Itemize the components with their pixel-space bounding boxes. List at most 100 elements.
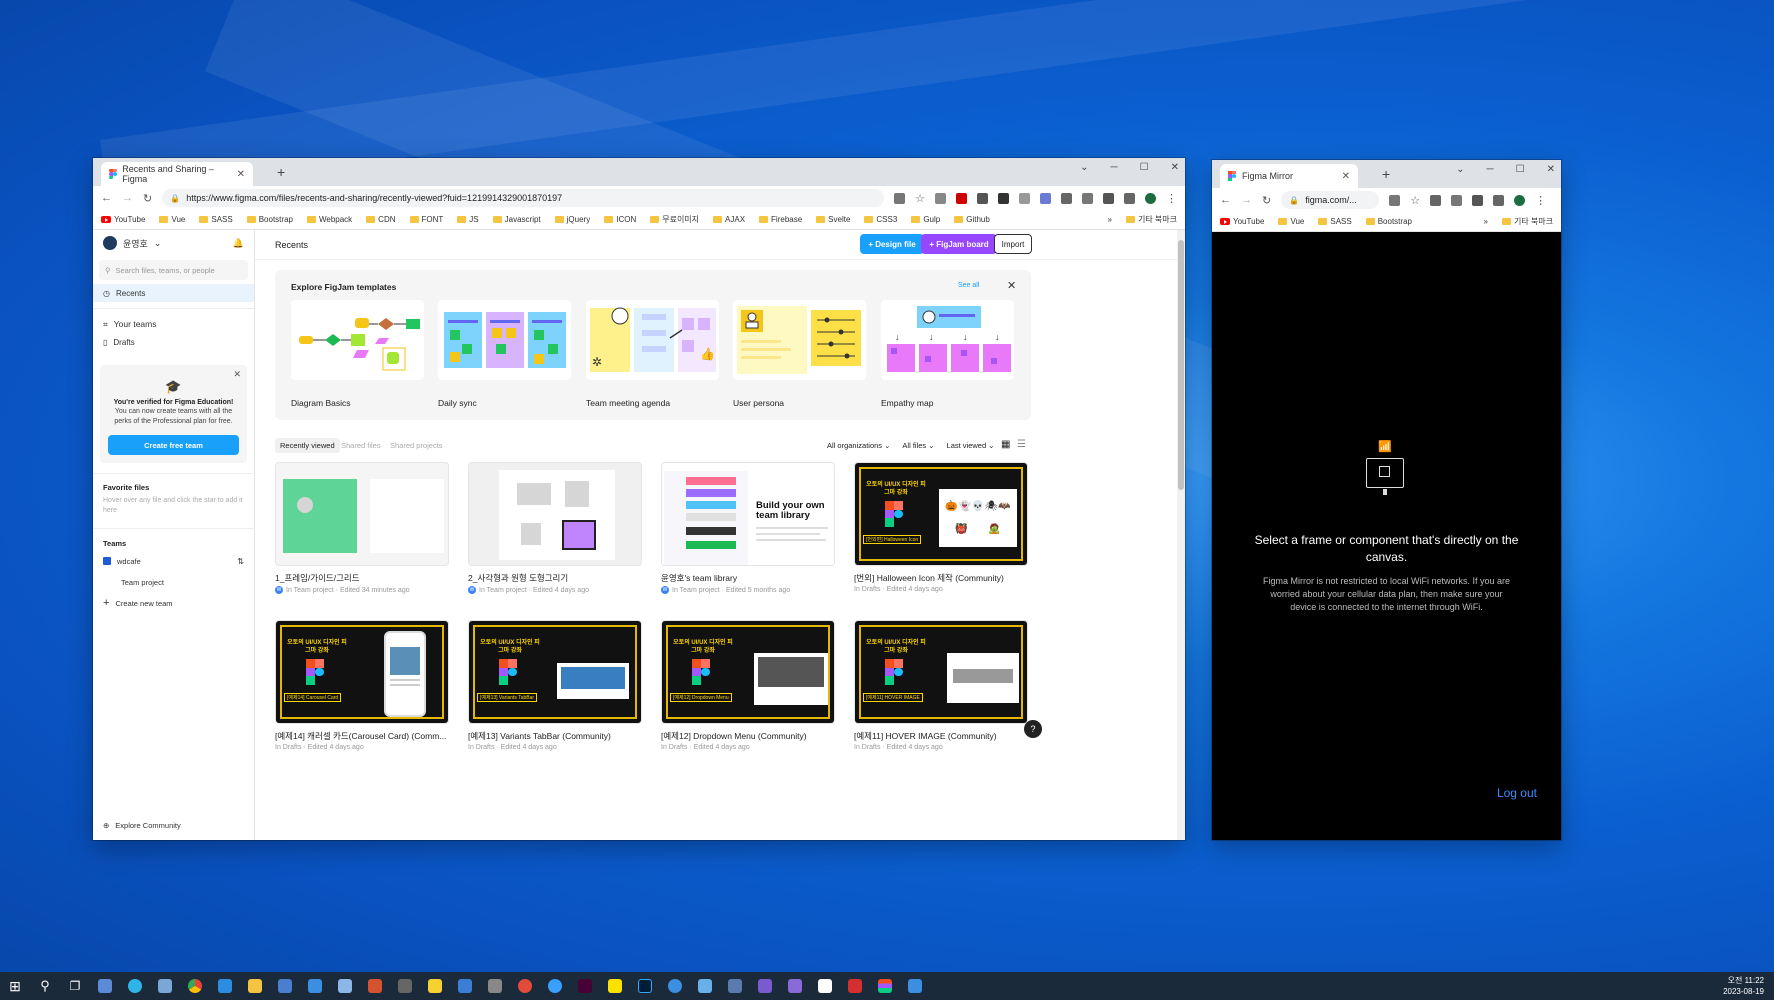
- taskbar-app-network[interactable]: [450, 972, 480, 1000]
- bookmark-star-icon[interactable]: ☆: [1410, 194, 1420, 207]
- bookmark-item[interactable]: SASS: [199, 215, 233, 224]
- menu-kebab-icon[interactable]: ⋮: [1535, 194, 1546, 207]
- minimize-icon[interactable]: ─: [1111, 162, 1118, 173]
- tab-shared-projects[interactable]: Shared projects: [390, 441, 443, 450]
- taskbar-app-camera[interactable]: [720, 972, 750, 1000]
- taskbar-app-store[interactable]: [270, 972, 300, 1000]
- menu-kebab-icon[interactable]: ⋮: [1166, 192, 1177, 205]
- file-name[interactable]: [번외] Halloween Icon 제작 (Community): [854, 572, 1004, 584]
- taskbar-app-blue[interactable]: [540, 972, 570, 1000]
- taskbar-app-mail-tool[interactable]: [150, 972, 180, 1000]
- bookmark-item[interactable]: Bootstrap: [1365, 217, 1412, 226]
- taskbar-app-mail[interactable]: [300, 972, 330, 1000]
- close-window-icon[interactable]: ✕: [1171, 162, 1179, 173]
- team-item-wdcafe[interactable]: wdcafe ⇅: [93, 552, 254, 570]
- system-clock[interactable]: 오전 11:22 2023-08-19: [1723, 975, 1774, 997]
- other-bookmarks[interactable]: 기타 북마크: [1501, 216, 1553, 227]
- task-view-button[interactable]: ❐: [60, 972, 90, 1000]
- see-all-link[interactable]: See all: [958, 282, 979, 289]
- bookmark-item[interactable]: YouTube: [1220, 217, 1264, 226]
- bookmark-item[interactable]: SASS: [1318, 217, 1352, 226]
- taskbar-app-explorer[interactable]: [240, 972, 270, 1000]
- file-thumbnail[interactable]: [468, 462, 642, 566]
- search-input[interactable]: ⚲ Search files, teams, or people: [99, 260, 248, 280]
- bookmark-item[interactable]: Svelte: [816, 215, 850, 224]
- bookmark-item[interactable]: AJAX: [713, 215, 745, 224]
- close-window-icon[interactable]: ✕: [1547, 164, 1555, 175]
- bell-icon[interactable]: 🔔: [233, 238, 244, 249]
- bookmark-item[interactable]: Github: [954, 215, 990, 224]
- forward-icon[interactable]: →: [122, 192, 133, 204]
- bookmark-item[interactable]: FONT: [409, 215, 443, 224]
- profile-avatar[interactable]: [1514, 194, 1526, 206]
- new-design-file-button[interactable]: + Design file: [860, 234, 924, 254]
- bookmark-item[interactable]: ICON: [604, 215, 636, 224]
- taskbar-app-photoshop[interactable]: [630, 972, 660, 1000]
- taskbar-app-tool[interactable]: [90, 972, 120, 1000]
- tab-recently-viewed[interactable]: Recently viewed: [275, 438, 340, 453]
- other-bookmarks[interactable]: 기타 북마크: [1125, 214, 1177, 225]
- create-new-team[interactable]: + Create new team: [93, 594, 254, 612]
- new-figjam-board-button[interactable]: + FigJam board: [921, 234, 997, 254]
- reading-list-icon[interactable]: [1082, 192, 1093, 204]
- bookmark-item[interactable]: Vue: [159, 215, 185, 224]
- template-card-diagram-basics[interactable]: [291, 300, 424, 380]
- reload-icon[interactable]: ↻: [1262, 194, 1271, 207]
- taskbar-app-powerpoint[interactable]: [360, 972, 390, 1000]
- file-thumbnail[interactable]: 오토의 UI/UX 디자인 피그마 강좌 [예제11] HOVER IMAGE: [854, 620, 1028, 724]
- grid-view-icon[interactable]: ▦: [1001, 439, 1010, 450]
- file-thumbnail[interactable]: 오토의 UI/UX 디자인 피그마 강좌 [예제14] Carousel Car…: [275, 620, 449, 724]
- bookmarks-overflow[interactable]: »: [1108, 215, 1112, 224]
- download-icon[interactable]: [1472, 194, 1484, 206]
- share-icon[interactable]: [894, 192, 906, 204]
- taskbar-app-edge[interactable]: [120, 972, 150, 1000]
- file-thumbnail[interactable]: 오토의 UI/UX 디자인 피그마 강좌 [예제12] Dropdown Men…: [661, 620, 835, 724]
- help-button[interactable]: ?: [1024, 720, 1042, 738]
- profile-avatar[interactable]: [1145, 192, 1156, 204]
- file-thumbnail[interactable]: [275, 462, 449, 566]
- taskbar-app-arrow[interactable]: [660, 972, 690, 1000]
- sidepanel-icon[interactable]: [1493, 194, 1505, 206]
- taskbar-app-video[interactable]: [750, 972, 780, 1000]
- v-extension-icon[interactable]: [977, 192, 988, 204]
- bookmark-item[interactable]: jQuery: [554, 215, 590, 224]
- taskbar-app-media[interactable]: [480, 972, 510, 1000]
- pen-extension-icon[interactable]: [998, 192, 1009, 204]
- search-button[interactable]: ⚲: [30, 972, 60, 1000]
- taskbar-app-cube[interactable]: [690, 972, 720, 1000]
- browser-tab-figma-mirror[interactable]: Figma Mirror ✕: [1220, 164, 1358, 188]
- download-icon[interactable]: [1103, 192, 1114, 204]
- bookmark-item[interactable]: Javascript: [492, 215, 541, 224]
- back-icon[interactable]: ←: [1220, 194, 1231, 206]
- taskbar-app-active[interactable]: [900, 972, 930, 1000]
- address-bar[interactable]: 🔒 https://www.figma.com/files/recents-an…: [162, 189, 885, 207]
- account-switcher[interactable]: 윤영호 ⌄ 🔔: [93, 230, 254, 256]
- minimize-icon[interactable]: ─: [1487, 164, 1494, 175]
- tab-shared-files[interactable]: Shared files: [341, 441, 381, 450]
- file-name[interactable]: [예제13] Variants TabBar (Community): [468, 730, 611, 742]
- list-view-icon[interactable]: ☰: [1017, 439, 1026, 450]
- bookmark-item[interactable]: Gulp: [911, 215, 940, 224]
- maximize-icon[interactable]: ☐: [1516, 164, 1525, 175]
- template-card-daily-sync[interactable]: [438, 300, 571, 380]
- file-name[interactable]: 1_프레임/가이드/그리드: [275, 572, 360, 584]
- close-tab-icon[interactable]: ✕: [237, 169, 245, 180]
- taskbar-app-notion[interactable]: [810, 972, 840, 1000]
- template-card-user-persona[interactable]: [733, 300, 866, 380]
- maximize-icon[interactable]: ☐: [1140, 162, 1149, 173]
- window-extension-icon[interactable]: [1019, 192, 1030, 204]
- bookmark-item[interactable]: Vue: [1278, 217, 1304, 226]
- reading-list-icon[interactable]: [1451, 194, 1463, 206]
- sidebar-item-recents[interactable]: ◷ Recents: [93, 284, 254, 302]
- team-settings-icon[interactable]: ⇅: [237, 557, 244, 566]
- close-templates-icon[interactable]: ✕: [1007, 279, 1016, 292]
- puzzle-extension-icon[interactable]: [1430, 194, 1442, 206]
- taskbar-app-purple[interactable]: [780, 972, 810, 1000]
- filter-organizations[interactable]: All organizations ⌄: [827, 441, 890, 450]
- filter-files[interactable]: All files ⌄: [902, 441, 934, 450]
- bookmark-item[interactable]: Webpack: [306, 215, 352, 224]
- bookmark-item[interactable]: JS: [457, 215, 479, 224]
- tab-search-icon[interactable]: ⌄: [1456, 164, 1464, 175]
- taskbar-app-figma[interactable]: [870, 972, 900, 1000]
- file-name[interactable]: [예제14] 캐러셀 카드(Carousel Card) (Comm...: [275, 730, 446, 742]
